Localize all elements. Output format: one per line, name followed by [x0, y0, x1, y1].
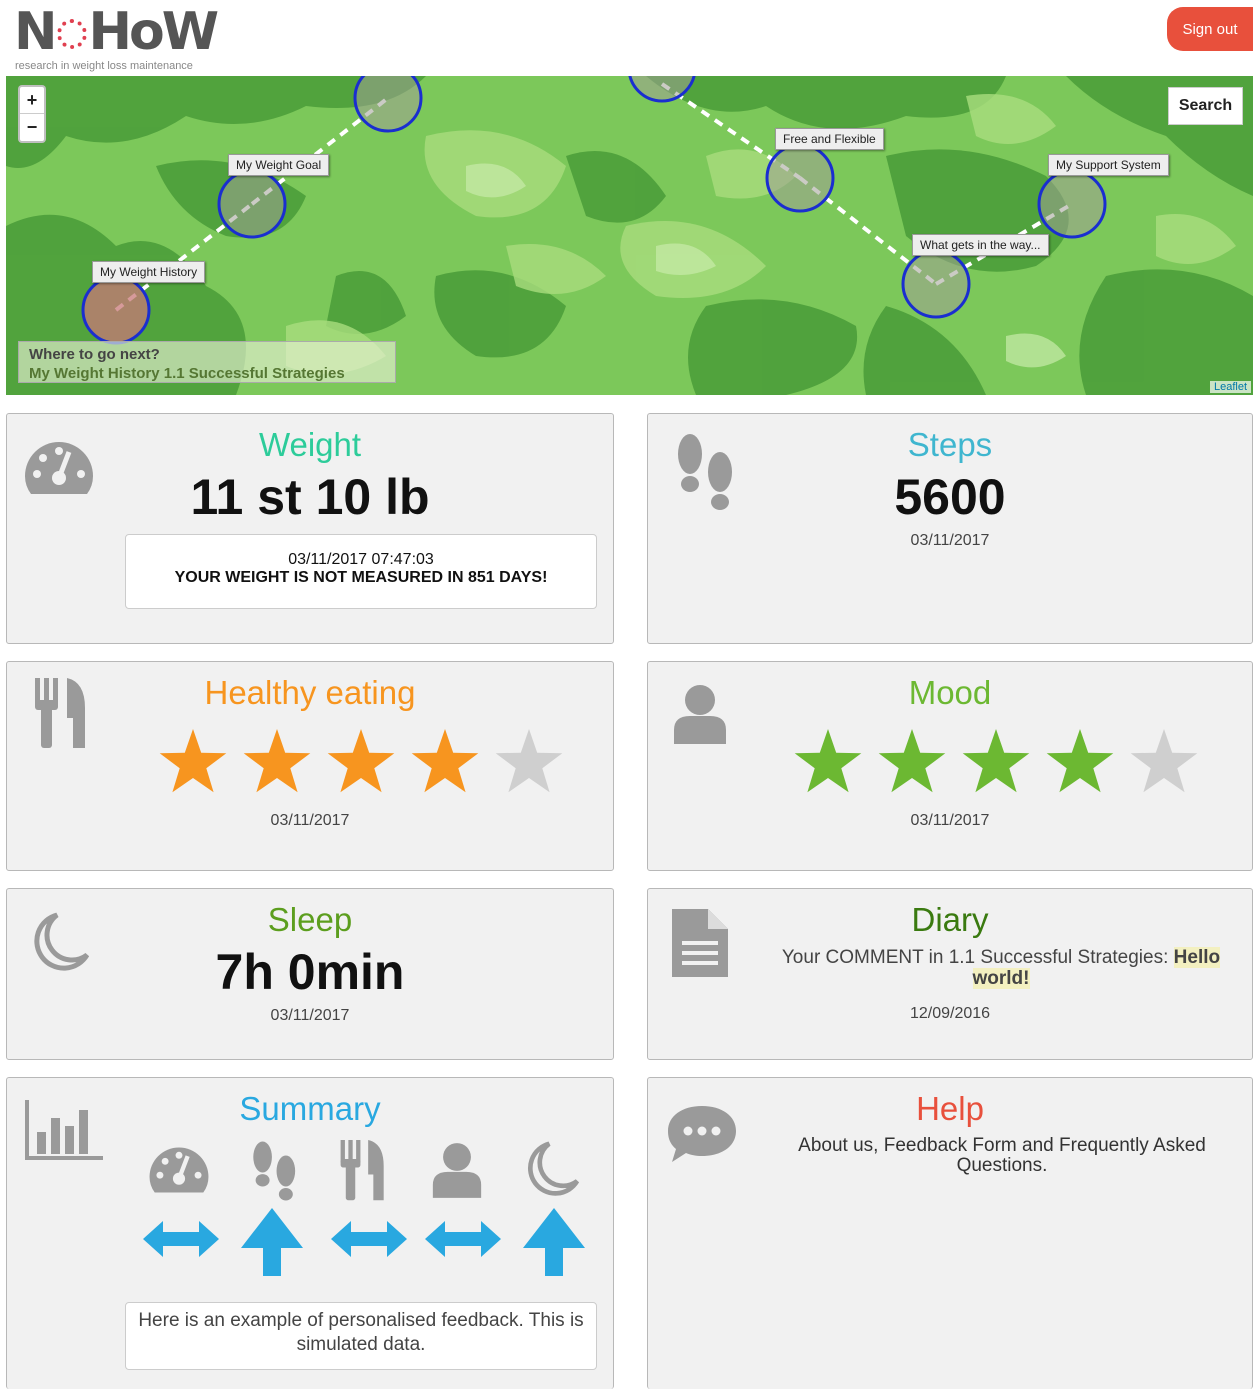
- map-search-button[interactable]: Search: [1168, 87, 1243, 125]
- map-node-my-weight-goal[interactable]: My Weight Goal: [228, 154, 330, 176]
- eating-star-1-icon: [159, 729, 227, 793]
- summary-sleep-icon: [527, 1141, 579, 1196]
- diary-comment-prefix: Your COMMENT in 1.1 Successful Strategie…: [781, 947, 1174, 968]
- zoom-in-button[interactable]: +: [20, 87, 44, 114]
- summary-weight-icon: [149, 1147, 209, 1193]
- map-node-my-weight-history[interactable]: My Weight History: [92, 261, 206, 283]
- summary-title: Summary: [239, 1090, 381, 1127]
- steps-card[interactable]: Steps 5600 03/11/2017: [647, 413, 1253, 644]
- weight-title: Weight: [258, 426, 362, 463]
- mood-star-4-icon: [1046, 729, 1114, 793]
- sleep-card[interactable]: Sleep 7h 0min 03/11/2017: [6, 888, 614, 1060]
- mood-card[interactable]: Mood 03/11/2017: [647, 661, 1253, 871]
- leaflet-attribution[interactable]: Leaflet: [1209, 381, 1251, 393]
- logo-dots-icon: [56, 19, 87, 49]
- sign-out-button[interactable]: Sign out: [1167, 7, 1253, 51]
- steps-title: Steps: [907, 426, 993, 463]
- nohow-logo[interactable]: N HoW: [14, 4, 219, 60]
- where-next-title: Where to go next?: [29, 346, 160, 363]
- mood-trend-steady-icon: [425, 1221, 501, 1257]
- mood-star-3-icon: [962, 729, 1030, 793]
- mood-star-5-icon: [1130, 729, 1198, 793]
- eating-star-3-icon: [327, 729, 395, 793]
- mood-stars: [794, 729, 1198, 793]
- diary-comment: Your COMMENT in 1.1 Successful Strategie…: [758, 947, 1244, 989]
- summary-eating-icon: [340, 1140, 384, 1201]
- help-text[interactable]: About us, Feedback Form and Frequently A…: [778, 1136, 1226, 1176]
- weight-trend-steady-icon: [143, 1221, 219, 1257]
- help-title: Help: [916, 1090, 984, 1127]
- diary-date: 12/09/2016: [909, 1005, 991, 1022]
- healthy-eating-card[interactable]: Healthy eating 03/11/2017: [6, 661, 614, 871]
- sleep-date: 03/11/2017: [270, 1007, 350, 1024]
- sleep-trend-up-icon: [523, 1208, 585, 1276]
- where-next-links[interactable]: My Weight History 1.1 Successful Strateg…: [29, 364, 385, 383]
- map-node-what-gets-in-the-way[interactable]: What gets in the way...: [912, 234, 1049, 256]
- summary-steps-icon: [253, 1141, 296, 1201]
- map-node-my-support-system[interactable]: My Support System: [1048, 154, 1169, 176]
- diary-card[interactable]: Diary Your COMMENT in 1.1 Successful Str…: [647, 888, 1253, 1060]
- eating-star-5-icon: [495, 729, 563, 793]
- summary-feedback: Here is an example of personalised feedb…: [125, 1302, 597, 1370]
- zoom-out-button[interactable]: −: [20, 114, 44, 141]
- weight-status-box: 03/11/2017 07:47:03 YOUR WEIGHT IS NOT M…: [125, 534, 597, 609]
- mood-title: Mood: [908, 674, 992, 711]
- help-card[interactable]: Help About us, Feedback Form and Frequen…: [647, 1077, 1253, 1389]
- eating-trend-steady-icon: [331, 1221, 407, 1257]
- summary-mood-icon: [432, 1143, 482, 1198]
- header: N HoW research in weight loss maintenance…: [0, 0, 1253, 76]
- mood-star-2-icon: [878, 729, 946, 793]
- journey-map[interactable]: + − Search My Weight History My Weight G…: [6, 76, 1253, 395]
- healthy-eating-date: 03/11/2017: [270, 812, 350, 829]
- sleep-title: Sleep: [267, 901, 353, 938]
- healthy-eating-stars: [159, 729, 563, 793]
- healthy-eating-title: Healthy eating: [204, 674, 416, 711]
- eating-star-2-icon: [243, 729, 311, 793]
- steps-date: 03/11/2017: [910, 532, 990, 549]
- mood-star-1-icon: [794, 729, 862, 793]
- mood-date: 03/11/2017: [910, 812, 990, 829]
- logo-tagline: research in weight loss maintenance: [15, 60, 193, 72]
- zoom-control: + −: [18, 85, 46, 143]
- summary-card[interactable]: Summary Here is an example of personalis…: [6, 1077, 614, 1389]
- steps-value: 5600: [894, 469, 1006, 525]
- map-node-free-and-flexible[interactable]: Free and Flexible: [775, 128, 884, 150]
- steps-trend-up-icon: [241, 1208, 303, 1276]
- weight-card[interactable]: Weight 11 st 10 lb 03/11/2017 07:47:03 Y…: [6, 413, 614, 644]
- weight-date: 03/11/2017 07:47:03: [288, 551, 434, 568]
- weight-warning: YOUR WEIGHT IS NOT MEASURED IN 851 DAYS!: [174, 569, 548, 586]
- eating-star-4-icon: [411, 729, 479, 793]
- where-next-box: Where to go next? My Weight History 1.1 …: [18, 341, 396, 383]
- weight-value: 11 st 10 lb: [190, 469, 430, 525]
- sleep-value: 7h 0min: [215, 944, 405, 1000]
- diary-title: Diary: [911, 901, 989, 938]
